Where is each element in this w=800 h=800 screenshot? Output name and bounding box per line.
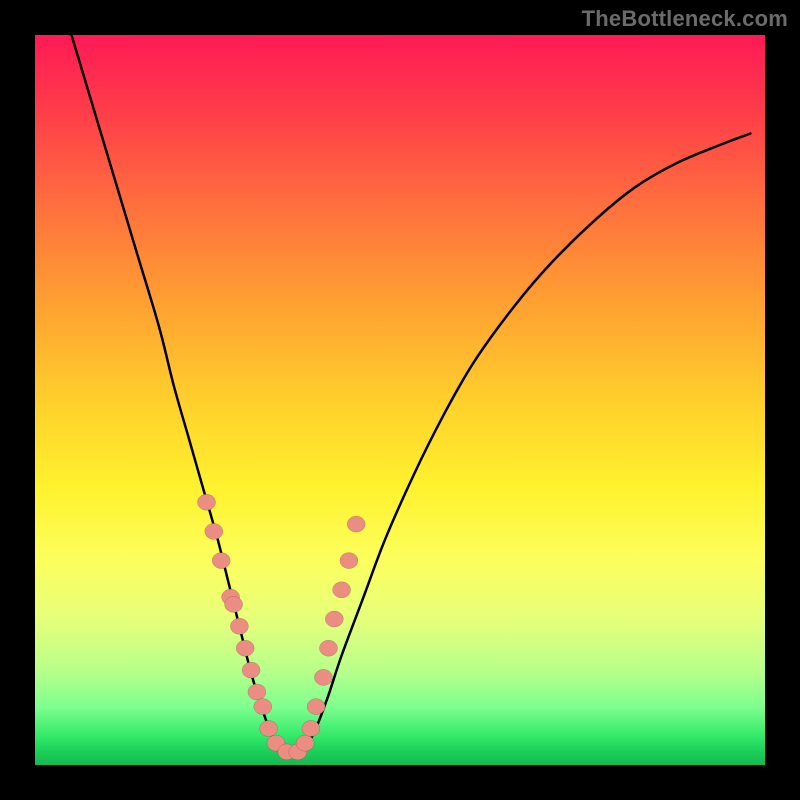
sample-point (296, 735, 314, 751)
sample-point (314, 669, 332, 685)
chart-frame: TheBottleneck.com (0, 0, 800, 800)
sample-point (242, 662, 260, 678)
watermark-text: TheBottleneck.com (582, 6, 788, 32)
sample-point (260, 721, 278, 737)
bottleneck-curve (72, 35, 751, 756)
sample-point (212, 553, 230, 569)
sample-point-group (198, 494, 366, 760)
sample-point (236, 640, 254, 656)
sample-point (333, 582, 351, 598)
sample-point (302, 721, 320, 737)
sample-point (320, 640, 338, 656)
sample-point (230, 618, 248, 634)
curve-layer (35, 35, 765, 765)
sample-point (198, 494, 216, 510)
sample-point (347, 516, 365, 532)
sample-point (254, 699, 272, 715)
sample-point (225, 596, 243, 612)
sample-point (205, 523, 223, 539)
sample-point (307, 699, 325, 715)
sample-point (248, 684, 266, 700)
plot-area (35, 35, 765, 765)
sample-point (325, 611, 343, 627)
sample-point (340, 553, 358, 569)
